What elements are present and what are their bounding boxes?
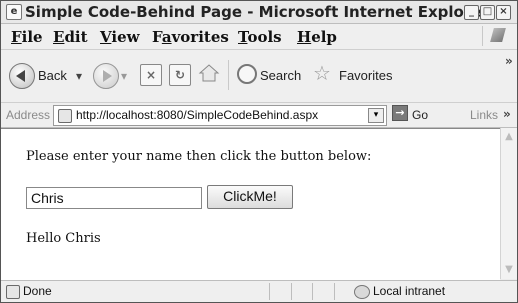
forward-arrow-icon[interactable] [93, 63, 119, 89]
instruction-text: Please enter your name then click the bu… [26, 149, 372, 164]
menu-edit[interactable]: Edit [53, 28, 88, 46]
greeting-text: Hello Chris [26, 231, 101, 246]
address-label: Address [6, 108, 51, 122]
refresh-icon[interactable]: ↻ [169, 64, 191, 86]
close-button[interactable]: × [496, 5, 511, 20]
menu-tools[interactable]: Tools [238, 28, 282, 46]
address-bar: Address http://localhost:8080/SimpleCode… [1, 103, 517, 128]
minimize-button[interactable]: _ [464, 5, 479, 20]
vertical-scrollbar[interactable]: ▲ ▼ [500, 128, 517, 279]
search-button-label[interactable]: Search [260, 68, 301, 83]
back-dropdown-icon[interactable]: ▾ [76, 69, 82, 83]
magnifier-icon[interactable] [237, 64, 257, 84]
toolbar: Back ▾ ▾ × ↻ Search ☆ Favorites » [1, 50, 517, 103]
star-icon[interactable]: ☆ [313, 61, 331, 85]
windows-flag-icon [482, 26, 511, 46]
back-button-label[interactable]: Back [38, 68, 67, 83]
menu-bar: File Edit View Favorites Tools Help [1, 24, 517, 50]
links-chevron-icon[interactable]: » [503, 107, 511, 121]
favorites-button-label[interactable]: Favorites [339, 68, 392, 83]
scroll-up-icon[interactable]: ▲ [504, 132, 514, 142]
intranet-icon [354, 285, 370, 299]
ie-app-icon[interactable]: e [6, 4, 22, 20]
security-zone-text: Local intranet [373, 284, 446, 298]
status-bar: Done Local intranet [1, 280, 517, 302]
window-title: Simple Code-Behind Page - Microsoft Inte… [25, 3, 489, 21]
home-icon[interactable] [198, 62, 220, 84]
menu-favorites[interactable]: Favorites [152, 28, 229, 46]
address-input[interactable]: http://localhost:8080/SimpleCodeBehind.a… [53, 105, 387, 126]
clickme-button[interactable]: ClickMe! [207, 185, 293, 209]
menu-view[interactable]: View [100, 28, 140, 46]
menu-help[interactable]: Help [297, 28, 337, 46]
menu-file[interactable]: File [11, 28, 43, 46]
title-bar: e Simple Code-Behind Page - Microsoft In… [1, 1, 517, 24]
links-label[interactable]: Links [470, 108, 498, 122]
stop-icon[interactable]: × [140, 64, 162, 86]
back-arrow-icon[interactable] [9, 63, 35, 89]
scroll-down-icon[interactable]: ▼ [504, 265, 514, 275]
go-button-label[interactable]: Go [412, 108, 428, 122]
address-dropdown-icon[interactable]: ▾ [368, 108, 384, 123]
go-arrow-icon[interactable]: → [392, 105, 408, 121]
name-input[interactable]: Chris [26, 187, 202, 209]
status-page-icon [6, 285, 20, 299]
maximize-button[interactable]: □ [480, 5, 495, 20]
toolbar-more-chevron-icon[interactable]: » [505, 54, 513, 68]
browser-window: e Simple Code-Behind Page - Microsoft In… [0, 0, 518, 303]
page-content: Please enter your name then click the bu… [1, 128, 500, 280]
address-url[interactable]: http://localhost:8080/SimpleCodeBehind.a… [76, 108, 318, 122]
forward-dropdown-icon[interactable]: ▾ [121, 69, 127, 83]
status-text: Done [23, 284, 52, 298]
page-icon [58, 109, 72, 123]
